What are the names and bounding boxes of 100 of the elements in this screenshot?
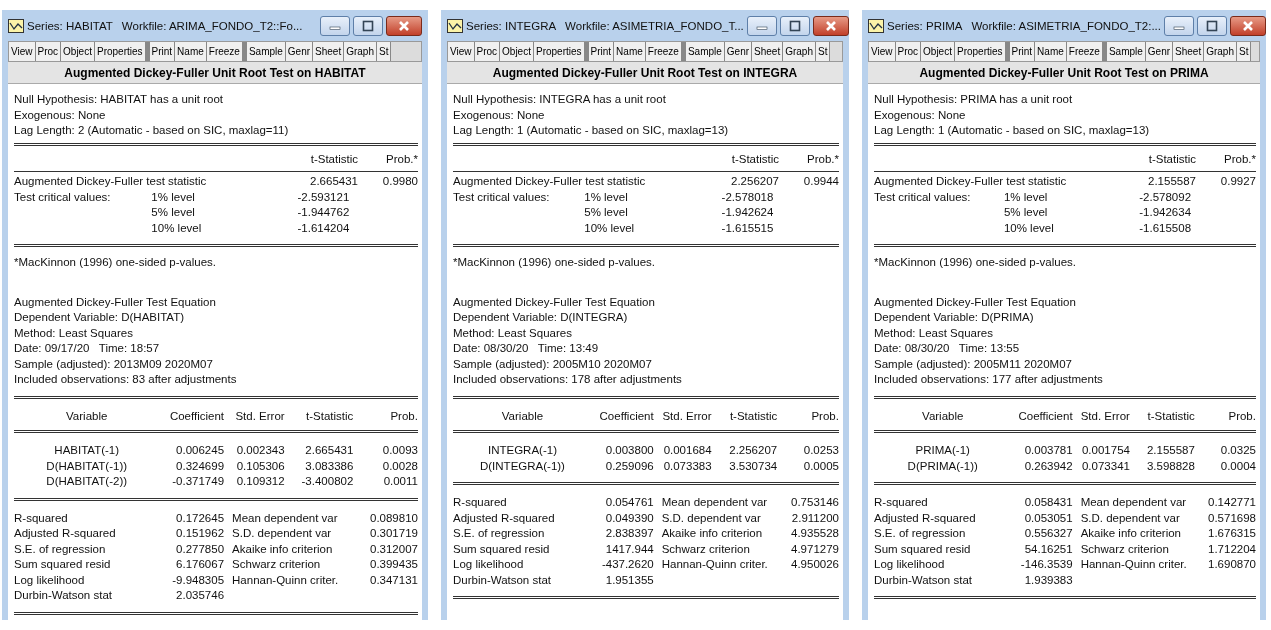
table-cell-text: 0.9927 [1219, 174, 1256, 189]
toolbar-button[interactable]: Proc [474, 42, 501, 61]
table-cell-text: 3.598828 [1145, 458, 1195, 474]
column-header: Prob. [810, 408, 839, 424]
info-line: Lag Length: 1 (Automatic - based on SIC, maxlag=13) [453, 123, 730, 138]
toolbar-button[interactable]: Properties [954, 42, 1006, 61]
toolbar-button[interactable]: Properties [533, 42, 585, 61]
column-header: t-Statistic [305, 408, 354, 424]
level-label: 10% level [584, 220, 636, 236]
toolbar-button[interactable]: View [448, 42, 475, 61]
footnote: *MacKinnon (1996) one-sided p-values. [453, 255, 656, 270]
level-label: 5% level [584, 205, 629, 220]
table-cell-text: 0.9944 [802, 174, 839, 189]
toolbar-button[interactable]: Graph [1204, 42, 1237, 61]
equation-info-line: Augmented Dickey-Fuller Test Equation [874, 294, 1077, 310]
toolbar-button[interactable]: Graph [783, 42, 816, 61]
toolbar-button[interactable]: Freeze [206, 42, 243, 61]
statistic-label: R-squared [874, 495, 929, 510]
column-header: Coefficient [168, 408, 225, 424]
table-cell-text: 0.0028 [381, 458, 418, 474]
level-label: 1% level [1003, 189, 1049, 205]
close-button[interactable] [1230, 15, 1266, 36]
column-header: Prob. [1227, 408, 1256, 424]
maximize-button[interactable] [1197, 15, 1227, 36]
toolbar-button[interactable]: Print [588, 42, 615, 61]
window-title: Series: HABITAT [27, 19, 113, 32]
equation-info-line: Dependent Variable: D(INTEGRA) [453, 310, 629, 325]
table-cell-text: 0.001754 [1080, 443, 1130, 458]
table-cell-text: 1.951355 [604, 572, 654, 588]
toolbar-button[interactable]: Genr [285, 42, 314, 61]
close-button[interactable] [386, 15, 422, 36]
equation-info-line: Method: Least Squares [14, 325, 134, 341]
table-cell-text: -9.948305 [171, 572, 225, 588]
table-cell-text: D(INTEGRA(-1)) [479, 458, 566, 474]
table-cell-text: 0.054761 [604, 495, 654, 510]
toolbar-button[interactable]: Sheet [752, 42, 784, 61]
statistic-label: Akaike info criterion [1079, 526, 1182, 541]
workfile-title: Workfile: ARIMA_FONDO_T2::Fo... [121, 19, 304, 32]
toolbar-button[interactable]: Sheet [313, 42, 345, 61]
table-cell-text: 2.256207 [730, 174, 779, 189]
minimize-button[interactable] [1164, 15, 1194, 36]
equation-info-line: Sample (adjusted): 2005M11 2020M07 [874, 356, 1073, 372]
toolbar-button[interactable]: Sample [685, 42, 725, 61]
table-cell-text: HABITAT(-1) [53, 443, 121, 458]
toolbar-button[interactable]: Sample [1106, 42, 1146, 61]
statistic-label: Log likelihood [14, 572, 86, 588]
table-cell-text: 2.838397 [604, 526, 654, 541]
toolbar-button[interactable]: View [9, 42, 36, 61]
row-label: Augmented Dickey-Fuller test statistic [874, 174, 1068, 189]
toolbar-button[interactable]: Name [1035, 42, 1067, 61]
toolbar-button[interactable]: Freeze [645, 42, 682, 61]
statistic-label: Akaike info criterion [231, 541, 334, 557]
chart-icon [447, 18, 463, 33]
toolbar-button[interactable]: Properties [94, 42, 146, 61]
toolbar-button[interactable]: Genr [724, 42, 753, 61]
statistic-label: Durbin-Watson stat [14, 588, 113, 603]
table-cell-text: 0.151962 [175, 526, 225, 541]
table-cell-text: 4.950026 [790, 557, 839, 572]
level-label: 1% level [151, 189, 196, 205]
toolbar-button[interactable]: St [816, 42, 831, 61]
toolbar-button[interactable]: Freeze [1066, 42, 1103, 61]
equation-info-line: Date: 08/30/20 Time: 13:49 [453, 341, 600, 356]
table-cell-text: 0.058431 [1023, 495, 1073, 510]
toolbar-button[interactable]: View [869, 42, 896, 61]
toolbar-button[interactable]: Print [1009, 42, 1036, 61]
maximize-button[interactable] [779, 15, 810, 36]
table-cell-text: -1.942634 [1138, 205, 1192, 220]
toolbar-button[interactable]: Name [614, 42, 646, 61]
statistic-label: Durbin-Watson stat [453, 572, 552, 588]
table-cell-text: 0.9980 [381, 174, 418, 189]
toolbar-button[interactable]: Object [921, 42, 955, 61]
column-header: Std. Error [234, 408, 285, 424]
level-label: 5% level [1003, 205, 1049, 220]
toolbar-button[interactable]: Name [175, 42, 207, 61]
toolbar-button[interactable]: St [1237, 42, 1252, 61]
toolbar-button[interactable]: Proc [895, 42, 922, 61]
equation-info-line: Dependent Variable: D(HABITAT) [14, 310, 185, 325]
minimize-button[interactable] [320, 15, 350, 36]
table-cell-text: D(HABITAT(-2)) [45, 474, 129, 489]
toolbar-button[interactable]: Print [149, 42, 176, 61]
table-cell-text: 1.939383 [1023, 572, 1073, 588]
statistic-label: Schwarz criterion [231, 557, 322, 572]
equation-info-line: Dependent Variable: D(PRIMA) [874, 310, 1035, 325]
statistic-label: Sum squared resid [874, 541, 972, 557]
toolbar-button[interactable]: Object [61, 42, 95, 61]
statistic-label: S.D. dependent var [660, 510, 762, 526]
toolbar-button[interactable]: Genr [1145, 42, 1174, 61]
info-line: Exogenous: None [874, 107, 967, 123]
maximize-button[interactable] [353, 15, 383, 36]
toolbar-button[interactable]: Proc [35, 42, 62, 61]
level-label: 10% level [151, 220, 203, 236]
toolbar-button[interactable]: Graph [344, 42, 377, 61]
table-cell-text: 2.035746 [175, 588, 225, 603]
minimize-button[interactable] [746, 15, 777, 36]
toolbar-button[interactable]: Object [500, 42, 534, 61]
equation-info-line: Included observations: 83 after adjustments [14, 372, 238, 387]
toolbar-button[interactable]: Sheet [1173, 42, 1205, 61]
toolbar-button[interactable]: Sample [246, 42, 286, 61]
toolbar-button[interactable]: St [377, 42, 392, 61]
close-button[interactable] [812, 15, 849, 36]
